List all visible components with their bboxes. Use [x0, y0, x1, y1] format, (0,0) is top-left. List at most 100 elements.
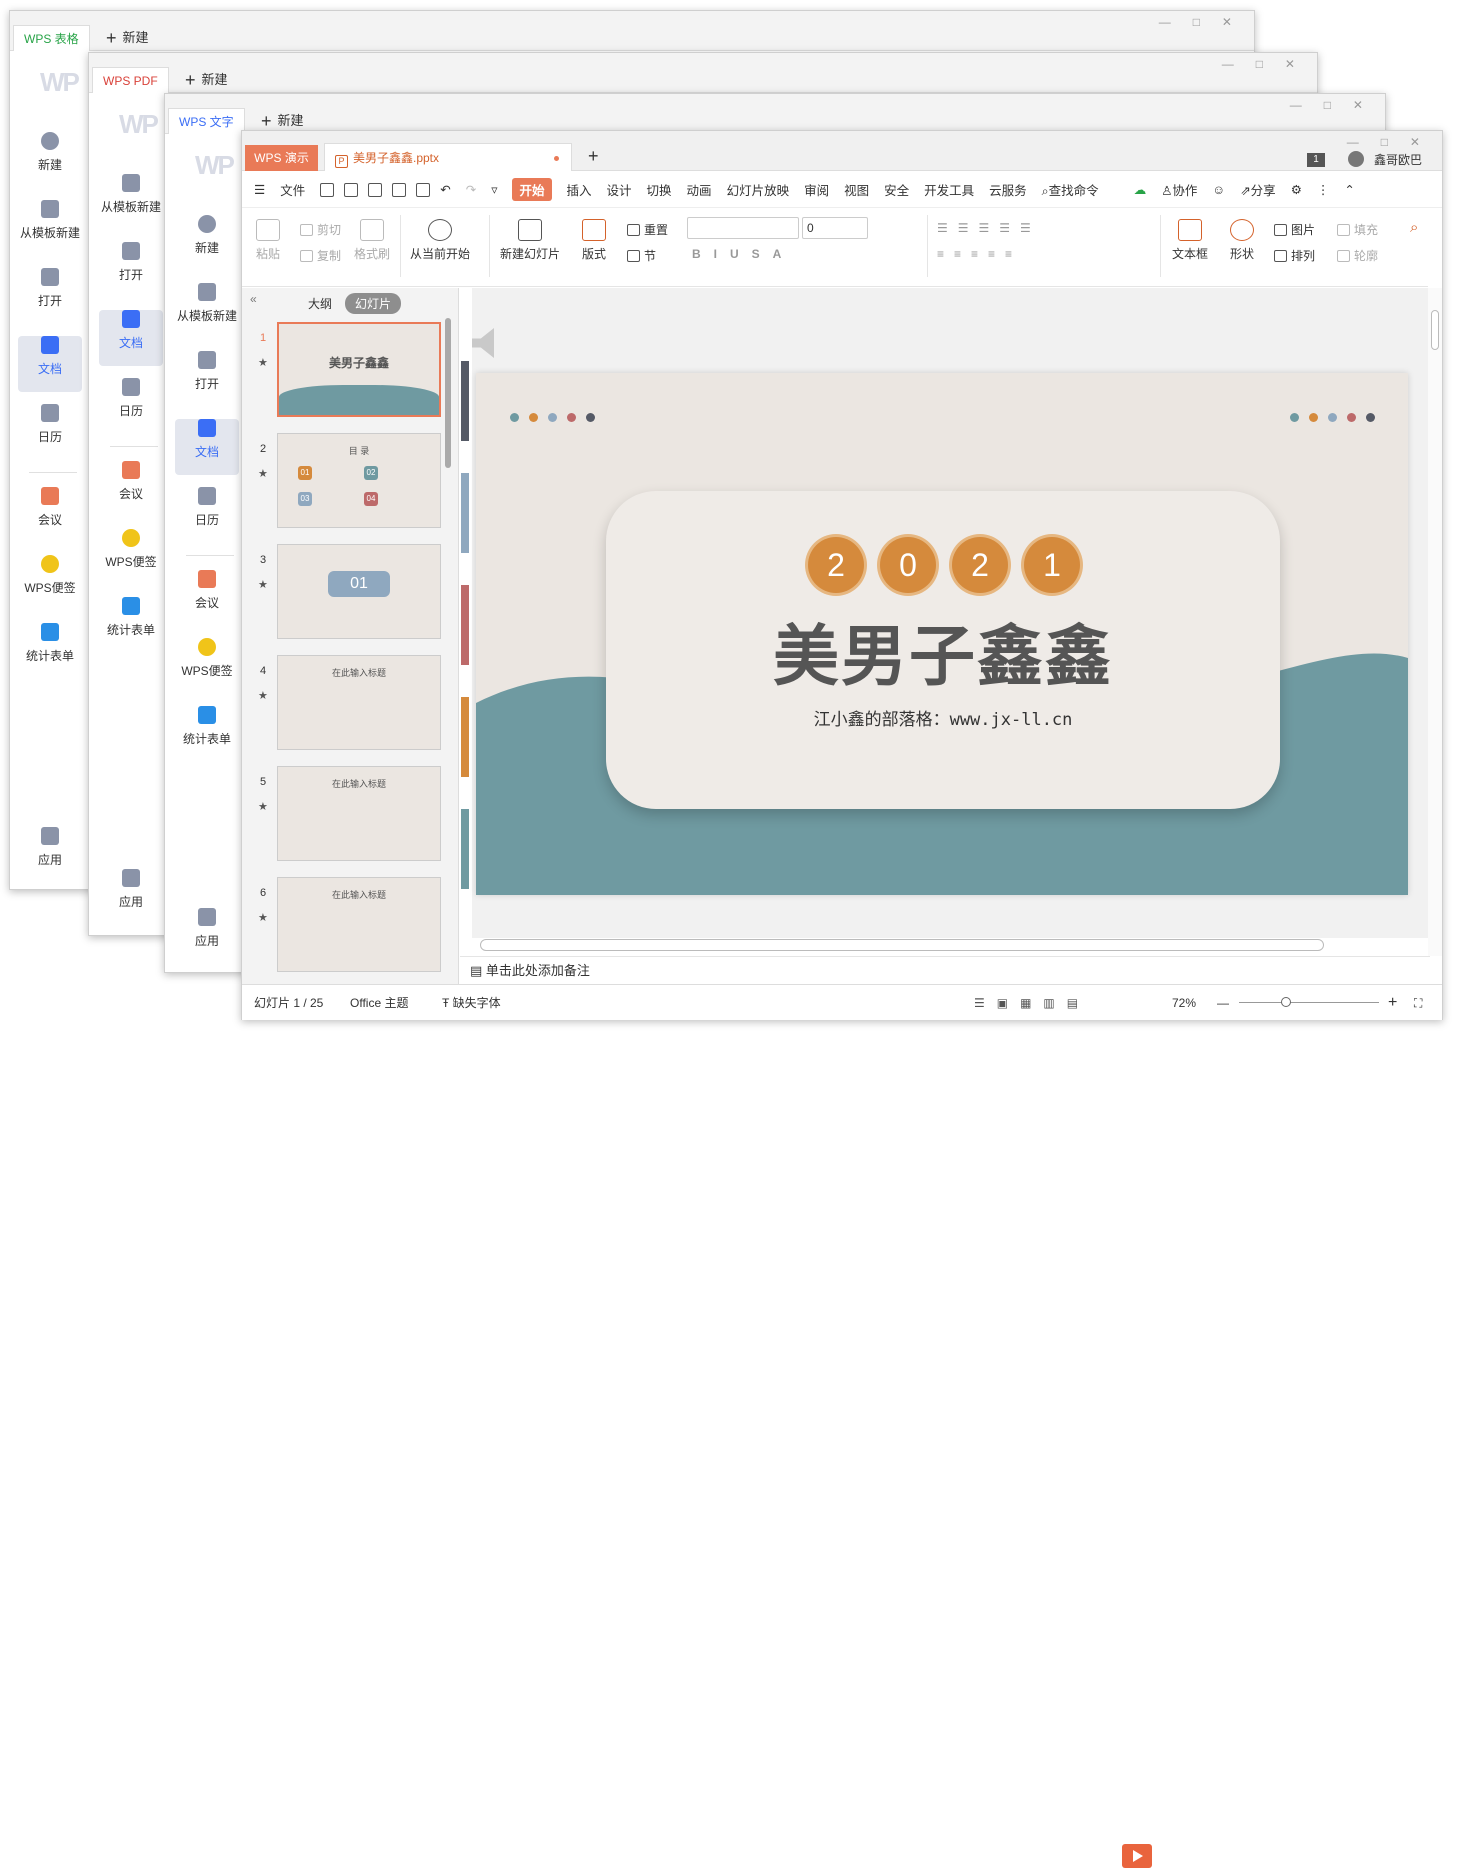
- export-icon[interactable]: [368, 182, 383, 197]
- sidebar-item-note[interactable]: WPS便签: [99, 529, 163, 585]
- menu-slideshow[interactable]: 幻灯片放映: [727, 180, 790, 199]
- sidebar-item-meeting[interactable]: 会议: [175, 570, 239, 626]
- menu-developer[interactable]: 开发工具: [924, 180, 974, 199]
- open-icon[interactable]: [320, 182, 335, 197]
- settings-icon[interactable]: ⚙: [1291, 182, 1302, 197]
- new-tab-button[interactable]: +: [588, 143, 605, 169]
- user-avatar[interactable]: [1348, 151, 1364, 167]
- zoom-level[interactable]: 72%: [1172, 985, 1196, 1021]
- sidebar-item-new[interactable]: 新建: [18, 132, 82, 188]
- share-button[interactable]: ⇗分享: [1240, 180, 1276, 199]
- shape-button[interactable]: 形状: [1230, 219, 1254, 262]
- app-tab-pdf[interactable]: WPS PDF: [92, 67, 169, 93]
- sidebar-item-folder[interactable]: 打开: [99, 242, 163, 298]
- menu-review[interactable]: 审阅: [804, 180, 829, 199]
- find-icon[interactable]: ⌕: [1410, 219, 1418, 236]
- sidebar-item-form[interactable]: 统计表单: [18, 623, 82, 679]
- menu-security[interactable]: 安全: [884, 180, 909, 199]
- window-controls[interactable]: —□✕: [1290, 98, 1385, 112]
- list-buttons[interactable]: ☰☰☰☰☰: [937, 221, 1041, 235]
- font-size-select[interactable]: 0: [802, 217, 868, 239]
- app-tab-writer[interactable]: WPS 文字: [168, 108, 245, 134]
- align-buttons[interactable]: ≡≡≡≡≡: [937, 247, 1022, 261]
- sidebar-item-document[interactable]: 文档: [99, 310, 163, 366]
- fit-window-icon[interactable]: ⛶: [1414, 985, 1422, 1021]
- sidebar-item-form[interactable]: 统计表单: [99, 597, 163, 653]
- slide-canvas[interactable]: 2 0 2 1 美男子鑫鑫 江小鑫的部落格：www.jx-ll.cn: [472, 288, 1430, 938]
- sidebar-item-form[interactable]: 统计表单: [175, 706, 239, 762]
- preview-icon[interactable]: [416, 182, 431, 197]
- slide-thumbnail[interactable]: 01: [277, 544, 441, 639]
- panel-scrollbar[interactable]: [445, 318, 451, 468]
- window-controls[interactable]: —□✕: [1222, 57, 1317, 71]
- slide-thumbnail[interactable]: 美男子鑫鑫: [277, 322, 441, 417]
- slide-subtitle[interactable]: 江小鑫的部落格：www.jx-ll.cn: [606, 705, 1280, 730]
- new-tab-button[interactable]: + 新建: [185, 67, 228, 93]
- textbox-button[interactable]: 文本框: [1172, 219, 1208, 262]
- sidebar-item-apps[interactable]: 应用: [18, 821, 82, 877]
- zoom-slider[interactable]: [1239, 997, 1379, 1007]
- zoom-in-icon[interactable]: +: [1388, 985, 1397, 1021]
- new-tab-button[interactable]: + 新建: [106, 25, 149, 51]
- horizontal-scrollbar[interactable]: [480, 939, 1324, 951]
- sidebar-item-apps[interactable]: 应用: [175, 902, 239, 958]
- sidebar-item-meeting[interactable]: 会议: [99, 461, 163, 517]
- new-slide-button[interactable]: 新建幻灯片: [500, 219, 560, 262]
- menu-home[interactable]: 开始: [512, 178, 552, 201]
- sidebar-item-document[interactable]: 文档: [175, 419, 239, 475]
- current-slide[interactable]: 2 0 2 1 美男子鑫鑫 江小鑫的部落格：www.jx-ll.cn: [476, 373, 1408, 895]
- cloud-sync-icon[interactable]: ☁: [1134, 182, 1147, 197]
- reset-button[interactable]: 重置: [627, 221, 668, 238]
- customize-icon[interactable]: ▿: [491, 182, 497, 197]
- menu-file[interactable]: 文件: [280, 180, 305, 199]
- slide-thumbnail[interactable]: 在此输入标题: [277, 766, 441, 861]
- menu-transition[interactable]: 切换: [647, 180, 672, 199]
- window-controls[interactable]: —□✕: [1159, 15, 1254, 29]
- slide-title[interactable]: 美男子鑫鑫: [606, 603, 1280, 699]
- sidebar-item-template[interactable]: 从模板新建: [99, 174, 163, 230]
- sidebar-item-new[interactable]: 新建: [175, 215, 239, 271]
- sidebar-item-template[interactable]: 从模板新建: [175, 283, 239, 339]
- more-icon[interactable]: ⋮: [1317, 182, 1330, 197]
- theme-name[interactable]: Office 主题: [350, 985, 408, 1021]
- menu-animation[interactable]: 动画: [687, 180, 712, 199]
- layout-button[interactable]: 版式: [582, 219, 606, 262]
- missing-font-button[interactable]: Ŧ 缺失字体: [442, 985, 501, 1021]
- app-tab-presentation[interactable]: WPS 演示: [245, 145, 318, 171]
- sidebar-item-meeting[interactable]: 会议: [18, 487, 82, 543]
- play-from-current-button[interactable]: 从当前开始: [410, 219, 470, 262]
- slideshow-play-button[interactable]: [1122, 1844, 1152, 1868]
- sidebar-item-folder[interactable]: 打开: [18, 268, 82, 324]
- format-painter-button[interactable]: 格式刷: [354, 219, 390, 262]
- slide-thumbnail[interactable]: 在此输入标题: [277, 877, 441, 972]
- slide-thumbnail[interactable]: 在此输入标题: [277, 655, 441, 750]
- copy-button[interactable]: 复制: [300, 247, 341, 264]
- menu-cloud[interactable]: 云服务: [989, 180, 1027, 199]
- sidebar-item-note[interactable]: WPS便签: [18, 555, 82, 611]
- view-buttons[interactable]: ☰▣▦▥▤: [974, 985, 1090, 1021]
- user-name[interactable]: 鑫哥欧巴: [1374, 151, 1422, 168]
- sidebar-item-calendar[interactable]: 日历: [18, 404, 82, 460]
- tab-slides[interactable]: 幻灯片: [345, 293, 402, 314]
- fill-button[interactable]: 填充: [1337, 221, 1378, 238]
- hamburger-icon[interactable]: ☰: [254, 182, 265, 197]
- speaker-icon[interactable]: [472, 328, 494, 358]
- undo-icon[interactable]: ↶: [440, 182, 450, 197]
- notes-area[interactable]: ▤ 单击此处添加备注: [460, 956, 1430, 984]
- slide-thumbnail[interactable]: 目 录 01 02 03 04: [277, 433, 441, 528]
- outline-button[interactable]: 轮廓: [1337, 247, 1378, 264]
- comment-icon[interactable]: ☺: [1212, 183, 1225, 197]
- app-tab-sheet[interactable]: WPS 表格: [13, 25, 90, 51]
- picture-button[interactable]: 图片: [1274, 221, 1315, 238]
- arrange-button[interactable]: 排列: [1274, 247, 1315, 264]
- document-tab[interactable]: P 美男子鑫鑫.pptx: [324, 143, 572, 171]
- sidebar-item-template[interactable]: 从模板新建: [18, 200, 82, 256]
- vertical-scrollbar[interactable]: [1428, 288, 1442, 956]
- collab-button[interactable]: ♙协作: [1161, 180, 1197, 199]
- cut-button[interactable]: 剪切: [300, 221, 341, 238]
- menu-view[interactable]: 视图: [844, 180, 869, 199]
- paste-button[interactable]: 粘贴: [256, 219, 280, 262]
- collapse-ribbon-icon[interactable]: ⌃: [1344, 182, 1354, 197]
- print-icon[interactable]: [392, 182, 407, 197]
- window-controls[interactable]: —□✕: [1347, 135, 1442, 149]
